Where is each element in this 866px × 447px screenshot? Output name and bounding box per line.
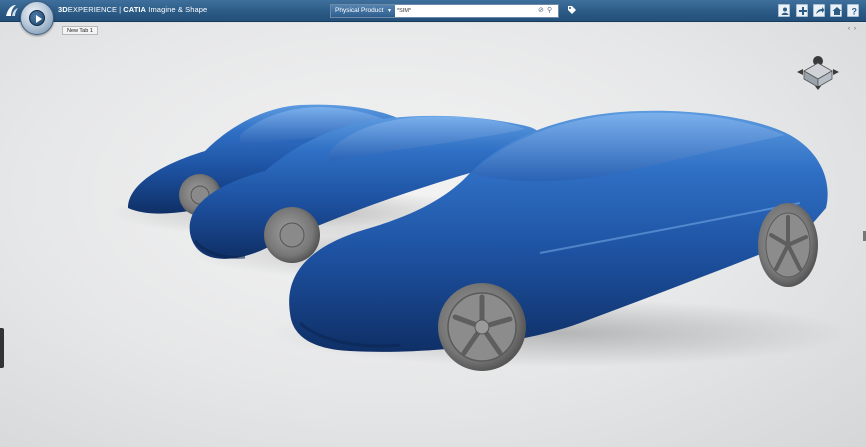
search-input[interactable]: [397, 6, 535, 16]
search-scope-label: Physical Product: [335, 7, 384, 14]
plus-icon[interactable]: [796, 4, 808, 17]
tag-icon[interactable]: [567, 5, 577, 15]
tab-bar: New Tab 1 ‹›: [0, 23, 866, 35]
top-bar: 3DEXPERIENCE | CATIA Imagine & Shape Physi…: [0, 0, 866, 22]
app-name: CATIA: [123, 5, 147, 14]
car-front-front-wheel: [438, 283, 526, 371]
brand-separator: |: [119, 5, 122, 14]
app-title: 3DEXPERIENCE | CATIA Imagine & Shape: [58, 5, 207, 14]
brand-experience: EXPERIENCE: [67, 5, 118, 14]
home-icon[interactable]: [830, 4, 842, 17]
search-scope-dropdown[interactable]: Physical Product ▼: [331, 5, 395, 17]
tab-new-tab-1[interactable]: New Tab 1: [62, 26, 98, 35]
catia-app-window: New Tab 1 ‹› 3DEXPERIENCE | CATIA Imagine …: [0, 0, 866, 447]
brand-3d: 3D: [58, 5, 68, 14]
clear-icon[interactable]: ⊘: [538, 6, 544, 14]
search-icon[interactable]: ⚲: [547, 6, 552, 14]
app-module: Imagine & Shape: [148, 5, 208, 14]
chevron-down-icon: ▼: [387, 8, 392, 14]
tab-scroll-arrows[interactable]: ‹›: [848, 26, 860, 32]
share-icon[interactable]: [813, 4, 825, 17]
ds-logo-icon: [6, 5, 18, 16]
car-front-rear-wheel: [758, 203, 818, 287]
svg-text:?: ?: [852, 7, 858, 17]
compass-play-button[interactable]: [29, 10, 45, 26]
user-icon[interactable]: [778, 4, 790, 17]
help-icon[interactable]: ?: [847, 4, 859, 17]
compass-icon[interactable]: [20, 1, 54, 35]
3d-viewport[interactable]: [0, 23, 866, 447]
car-models-scene[interactable]: [0, 23, 866, 447]
search-bar: Physical Product ▼ ⊘ ⚲: [330, 4, 559, 18]
left-panel-handle[interactable]: [0, 328, 4, 368]
car-middle-front-wheel: [264, 207, 320, 263]
view-cube-icon[interactable]: [796, 53, 840, 91]
